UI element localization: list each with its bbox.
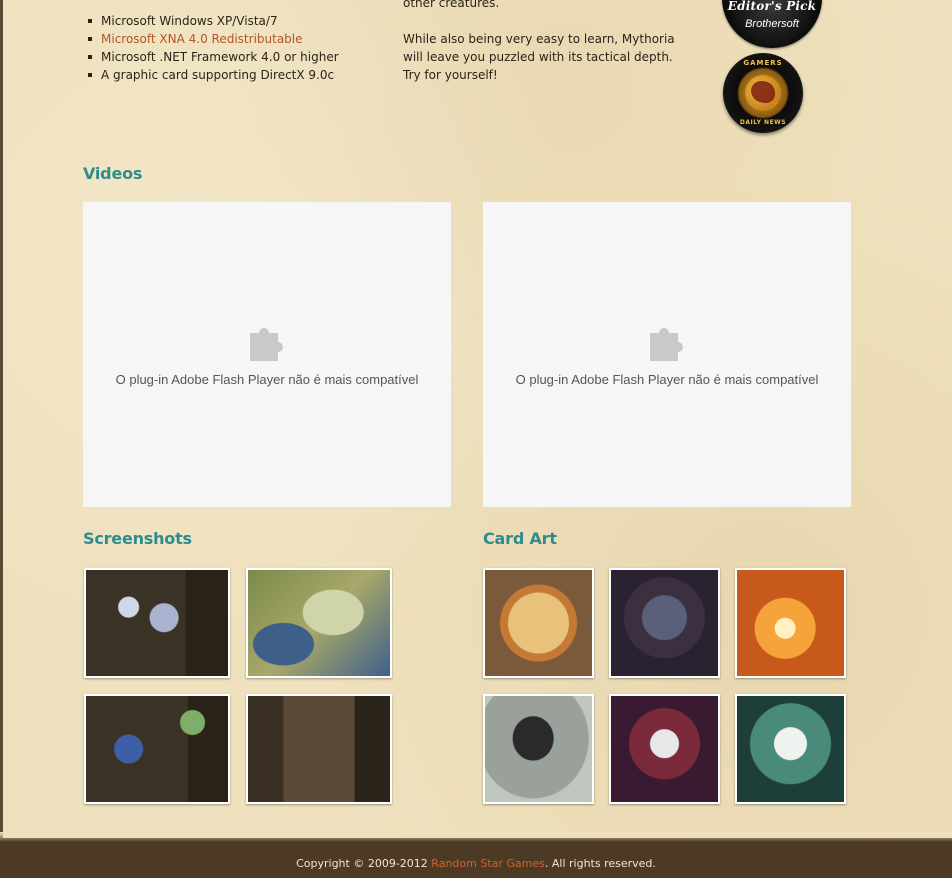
- flash-unsupported-message: O plug-in Adobe Flash Player não é mais …: [515, 372, 819, 387]
- requirement-item: Microsoft Windows XP/Vista/7: [88, 12, 339, 30]
- copyright-prefix: Copyright © 2009-2012: [296, 857, 432, 870]
- gamers-badge-top-text: GAMERS: [743, 59, 783, 67]
- requirement-item: Microsoft .NET Framework 4.0 or higher: [88, 48, 339, 66]
- gamers-daily-news-badge: GAMERS DAILY NEWS: [723, 53, 803, 133]
- card-art-thumbnail[interactable]: [483, 568, 594, 678]
- card-art-heading: Card Art: [483, 529, 557, 548]
- game-description: other creatures. While also being very e…: [403, 0, 693, 102]
- editors-pick-badge: Editor's Pick Brothersoft: [722, 0, 822, 48]
- requirement-text: Microsoft Windows XP/Vista/7: [101, 14, 278, 28]
- screenshot-thumbnail[interactable]: [246, 694, 392, 804]
- card-art-thumbnail[interactable]: [735, 568, 846, 678]
- description-paragraph: other creatures.: [403, 0, 500, 10]
- xna-redistributable-link[interactable]: Microsoft XNA 4.0 Redistributable: [101, 32, 303, 46]
- flash-video-player-2[interactable]: O plug-in Adobe Flash Player não é mais …: [483, 202, 851, 507]
- card-art-thumbnail[interactable]: [609, 694, 720, 804]
- requirement-item: A graphic card supporting DirectX 9.0c: [88, 66, 339, 84]
- requirement-item[interactable]: Microsoft XNA 4.0 Redistributable: [88, 30, 339, 48]
- screenshot-thumbnail[interactable]: [246, 568, 392, 678]
- flash-unsupported-message: O plug-in Adobe Flash Player não é mais …: [115, 372, 419, 387]
- company-link[interactable]: Random Star Games: [431, 857, 545, 870]
- card-art-thumbnail[interactable]: [609, 568, 720, 678]
- puzzle-piece-icon: [250, 327, 283, 361]
- flash-video-player-1[interactable]: O plug-in Adobe Flash Player não é mais …: [83, 202, 451, 507]
- screenshot-thumbnail[interactable]: [84, 568, 230, 678]
- footer-copyright: Copyright © 2009-2012 Random Star Games.…: [0, 857, 952, 870]
- screenshots-heading: Screenshots: [83, 529, 192, 548]
- editors-pick-title: Editor's Pick: [727, 0, 817, 13]
- copyright-suffix: . All rights reserved.: [544, 857, 656, 870]
- system-requirements-list: Microsoft Windows XP/Vista/7 Microsoft X…: [86, 12, 339, 84]
- card-art-thumbnail[interactable]: [483, 694, 594, 804]
- puzzle-piece-icon: [650, 327, 683, 361]
- page-left-border: [0, 0, 3, 878]
- requirement-text: A graphic card supporting DirectX 9.0c: [101, 68, 335, 82]
- description-paragraph: While also being very easy to learn, Myt…: [403, 32, 675, 82]
- globe-land-shape: [751, 81, 775, 103]
- editors-pick-brand: Brothersoft: [745, 18, 799, 30]
- screenshot-thumbnail[interactable]: [84, 694, 230, 804]
- gamers-badge-bottom-text: DAILY NEWS: [739, 119, 787, 126]
- card-art-thumbnail[interactable]: [735, 694, 846, 804]
- requirement-text: Microsoft .NET Framework 4.0 or higher: [101, 50, 339, 64]
- videos-heading: Videos: [83, 164, 143, 183]
